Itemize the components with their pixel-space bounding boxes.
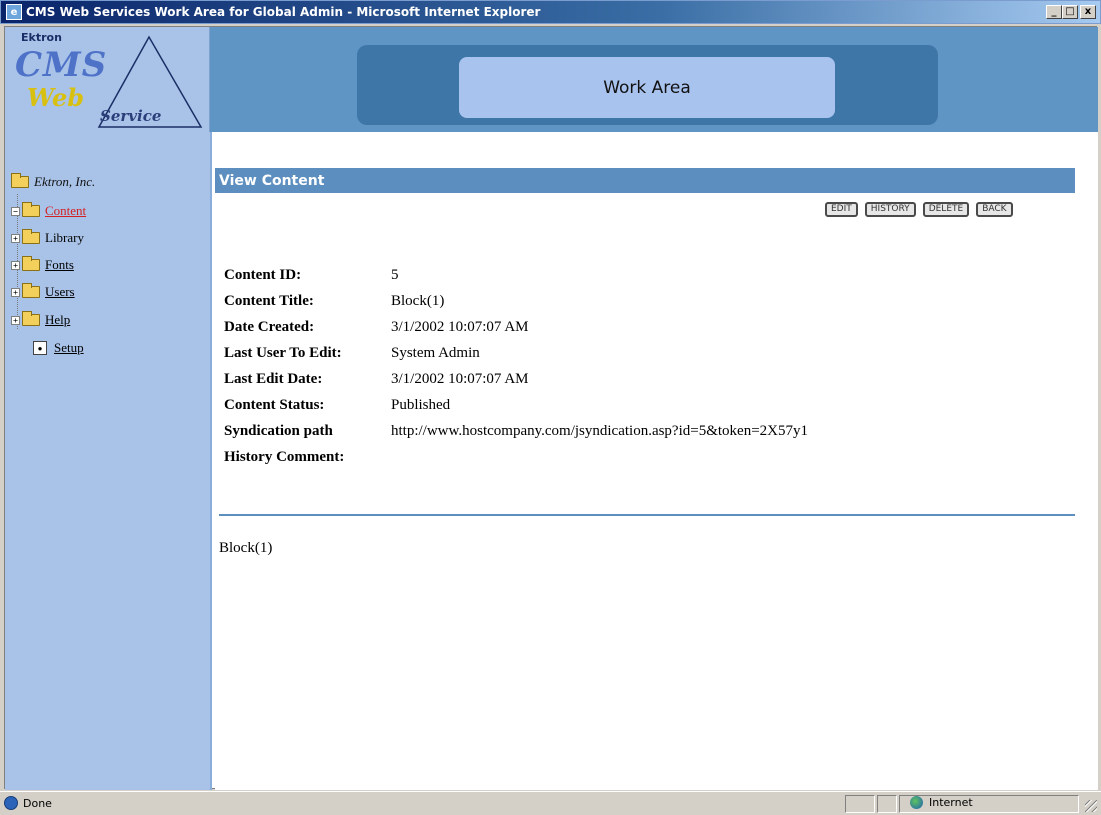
tree-root-ektron[interactable]: Ektron, Inc. bbox=[11, 173, 96, 190]
expand-icon[interactable]: + bbox=[11, 260, 20, 270]
sidebar-item-label[interactable]: Library bbox=[45, 230, 84, 246]
globe-icon bbox=[910, 796, 923, 809]
toolbar: EDIT HISTORY DELETE BACK bbox=[825, 202, 1013, 217]
field-label: Content ID: bbox=[224, 266, 302, 283]
expand-icon[interactable]: + bbox=[11, 233, 20, 243]
delete-button[interactable]: DELETE bbox=[922, 202, 970, 217]
field-row: Date Created: 3/1/2002 10:07:07 AM bbox=[224, 314, 808, 340]
field-label: Last User To Edit: bbox=[224, 344, 342, 361]
expand-icon[interactable]: + bbox=[11, 315, 20, 325]
field-row: Last User To Edit: System Admin bbox=[224, 340, 808, 366]
edit-button[interactable]: EDIT bbox=[825, 202, 858, 217]
logo-cms: CMS bbox=[15, 45, 108, 85]
sidebar-item-library[interactable]: + Library bbox=[11, 229, 84, 246]
folder-icon bbox=[22, 311, 40, 326]
field-value: http://www.hostcompany.com/jsyndication.… bbox=[391, 422, 809, 439]
sidebar-item-label[interactable]: Fonts bbox=[45, 257, 74, 273]
back-button[interactable]: BACK bbox=[976, 202, 1013, 217]
field-label: History Comment: bbox=[224, 448, 345, 465]
minimize-button[interactable]: _ bbox=[1046, 5, 1062, 19]
sidebar-item-users[interactable]: + Users bbox=[11, 283, 75, 300]
work-area-title: Work Area bbox=[459, 57, 835, 118]
field-label: Content Title: bbox=[224, 292, 314, 309]
field-row: History Comment: bbox=[224, 444, 808, 470]
field-value: 3/1/2002 10:07:07 AM bbox=[391, 318, 529, 335]
sidebar-item-setup[interactable]: ● Setup bbox=[33, 340, 84, 356]
window-title-bar: e CMS Web Services Work Area for Global … bbox=[0, 0, 1101, 24]
maximize-button[interactable]: □ bbox=[1062, 5, 1078, 19]
status-bar: Done Internet bbox=[0, 791, 1101, 815]
sidebar-item-help[interactable]: + Help bbox=[11, 311, 70, 328]
sidebar-item-content[interactable]: − Content bbox=[11, 202, 86, 219]
folder-icon bbox=[22, 256, 40, 271]
security-zone: Internet bbox=[910, 796, 973, 809]
logo-web: Web bbox=[27, 83, 85, 112]
field-label: Date Created: bbox=[224, 318, 315, 335]
header-banner: Ektron CMS Web Service Work Area bbox=[5, 27, 1098, 132]
sidebar-item-fonts[interactable]: + Fonts bbox=[11, 256, 74, 273]
folder-icon bbox=[22, 229, 40, 244]
page-icon bbox=[4, 796, 18, 810]
field-value: Published bbox=[391, 396, 451, 413]
field-label: Syndication path bbox=[224, 422, 333, 439]
sidebar-item-label[interactable]: Content bbox=[45, 203, 86, 219]
status-text: Done bbox=[23, 796, 52, 810]
field-label: Last Edit Date: bbox=[224, 370, 323, 387]
folder-open-icon bbox=[11, 173, 29, 188]
sidebar-item-label[interactable]: Setup bbox=[54, 340, 84, 356]
status-done: Done bbox=[4, 796, 52, 810]
field-row: Content Status: Published bbox=[224, 392, 808, 418]
logo-company: Ektron bbox=[21, 31, 62, 44]
setup-icon: ● bbox=[33, 341, 47, 355]
status-cell bbox=[845, 795, 875, 813]
status-cell bbox=[877, 795, 897, 813]
field-value: System Admin bbox=[391, 344, 480, 361]
resize-grip-icon[interactable] bbox=[1085, 800, 1097, 812]
folder-icon bbox=[22, 283, 40, 298]
field-row: Last Edit Date: 3/1/2002 10:07:07 AM bbox=[224, 366, 808, 392]
window-title: CMS Web Services Work Area for Global Ad… bbox=[26, 5, 541, 19]
zone-label: Internet bbox=[929, 796, 973, 809]
field-value: 5 bbox=[391, 266, 399, 283]
content-body: Block(1) bbox=[219, 540, 273, 556]
field-value: Block(1) bbox=[391, 292, 445, 309]
close-button[interactable]: x bbox=[1080, 5, 1096, 19]
ie-window-icon: e bbox=[6, 4, 22, 20]
cms-web-service-logo: Ektron CMS Web Service bbox=[5, 27, 210, 132]
tree-root-label: Ektron, Inc. bbox=[34, 174, 96, 189]
folder-icon bbox=[22, 202, 40, 217]
content-details: Content ID: 5 Content Title: Block(1) Da… bbox=[224, 262, 808, 470]
sidebar-item-label[interactable]: Help bbox=[45, 312, 70, 328]
field-row: Content ID: 5 bbox=[224, 262, 808, 288]
collapse-icon[interactable]: − bbox=[11, 206, 20, 216]
expand-icon[interactable]: + bbox=[11, 287, 20, 297]
field-label: Content Status: bbox=[224, 396, 325, 413]
logo-service: Service bbox=[100, 107, 162, 125]
field-value: 3/1/2002 10:07:07 AM bbox=[391, 370, 529, 387]
content-pane: View Content EDIT HISTORY DELETE BACK Co… bbox=[215, 132, 1098, 790]
divider bbox=[219, 514, 1075, 516]
browser-client-area: Ektron CMS Web Service Work Area Ektron,… bbox=[4, 26, 1098, 790]
history-button[interactable]: HISTORY bbox=[864, 202, 916, 217]
sidebar-tree: Ektron, Inc. − Content + Library + Fonts… bbox=[5, 132, 212, 790]
field-row: Content Title: Block(1) bbox=[224, 288, 808, 314]
field-row: Syndication path http://www.hostcompany.… bbox=[224, 418, 808, 444]
section-title: View Content bbox=[215, 168, 1075, 193]
sidebar-item-label[interactable]: Users bbox=[45, 284, 75, 300]
